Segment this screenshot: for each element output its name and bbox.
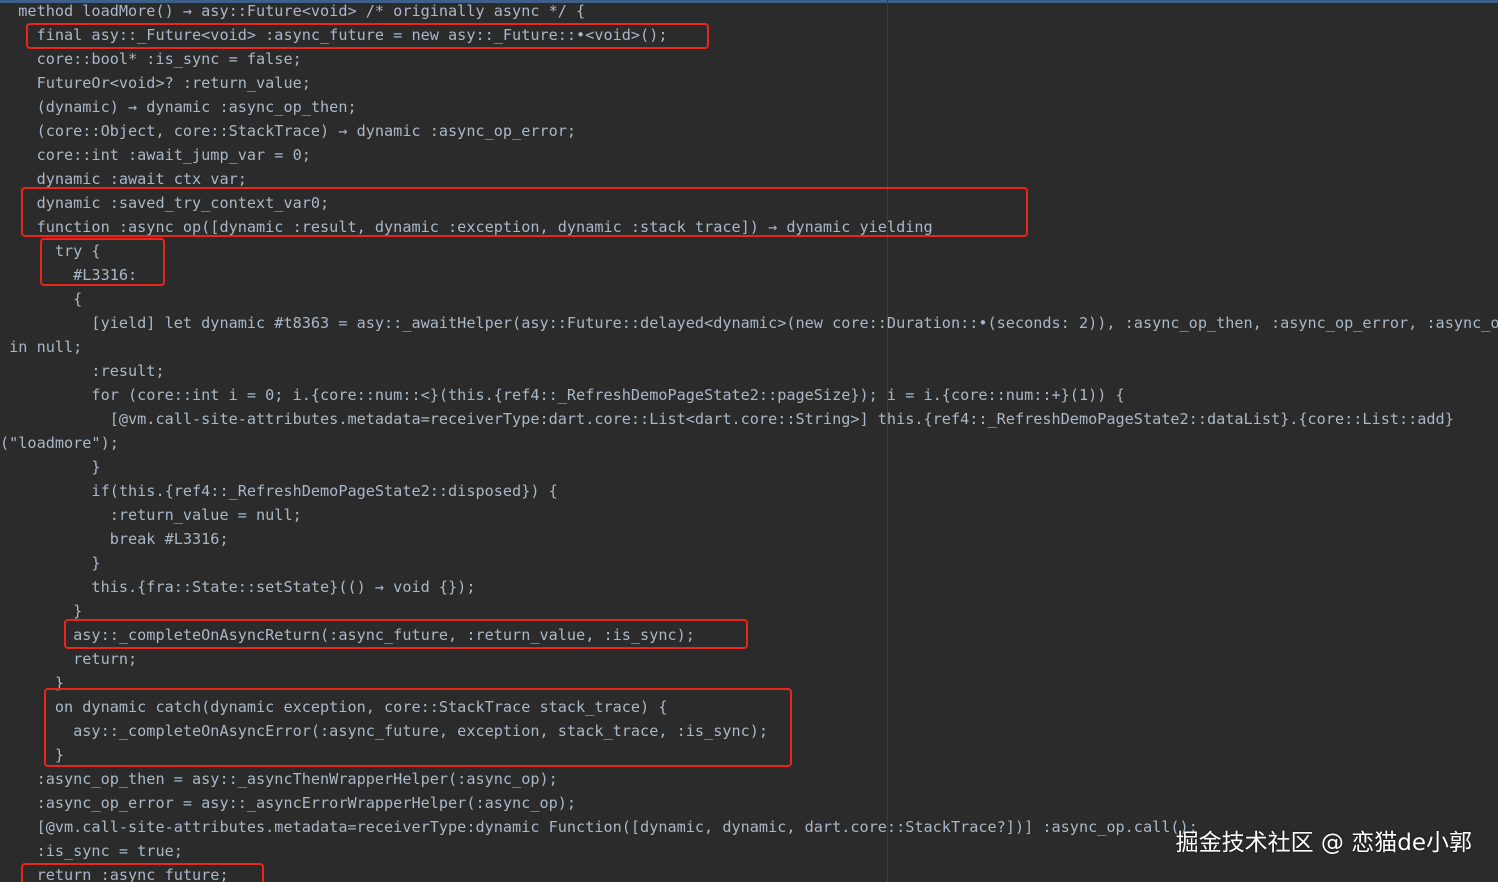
code-line[interactable]: } (0, 743, 64, 767)
right-margin-guide (887, 0, 888, 882)
code-line[interactable]: for (core::int i = 0; i.{core::num::<}(t… (0, 383, 1124, 407)
code-line[interactable]: { (0, 287, 82, 311)
code-line[interactable]: dynamic :saved_try_context_var0; (0, 191, 330, 215)
code-line[interactable]: :is_sync = true; (0, 839, 183, 863)
code-line[interactable]: break #L3316; (0, 527, 229, 551)
code-line[interactable]: in null; (0, 335, 82, 359)
code-line[interactable]: (dynamic) → dynamic :async_op_then; (0, 95, 357, 119)
code-line[interactable]: (core::Object, core::StackTrace) → dynam… (0, 119, 577, 143)
code-line[interactable]: final asy::_Future<void> :async_future =… (0, 23, 668, 47)
code-line[interactable]: try { (0, 239, 101, 263)
code-line[interactable]: asy::_completeOnAsyncReturn(:async_futur… (0, 623, 695, 647)
code-line[interactable]: this.{fra::State::setState}(() → void {}… (0, 575, 475, 599)
code-line[interactable]: method loadMore() → asy::Future<void> /*… (0, 0, 585, 23)
code-line[interactable]: :async_op_error = asy::_asyncErrorWrappe… (0, 791, 577, 815)
code-line[interactable]: asy::_completeOnAsyncError(:async_future… (0, 719, 768, 743)
code-line[interactable]: return; (0, 647, 137, 671)
code-line[interactable]: } (0, 551, 100, 575)
code-line[interactable]: core::bool* :is_sync = false; (0, 47, 302, 71)
code-line[interactable]: } (0, 599, 82, 623)
code-line[interactable]: FutureOr<void>? :return_value; (0, 71, 311, 95)
code-line[interactable]: [yield] let dynamic #t8363 = asy::_await… (0, 311, 1498, 335)
code-line[interactable]: core::int :await_jump_var = 0; (0, 143, 311, 167)
code-line[interactable]: :result; (0, 359, 164, 383)
code-line[interactable]: #L3316: (0, 263, 137, 287)
code-line[interactable]: on dynamic catch(dynamic exception, core… (0, 695, 668, 719)
code-line[interactable]: dynamic :await_ctx_var; (0, 167, 247, 191)
code-line[interactable]: function :async_op([dynamic :result, dyn… (0, 215, 933, 239)
code-line[interactable]: return :async_future; (0, 863, 229, 882)
code-editor[interactable]: method loadMore() → asy::Future<void> /*… (0, 0, 1498, 882)
code-line[interactable]: [@vm.call-site-attributes.metadata=recei… (0, 407, 1454, 431)
code-line[interactable]: :async_op_then = asy::_asyncThenWrapperH… (0, 767, 558, 791)
code-line[interactable]: if(this.{ref4::_RefreshDemoPageState2::d… (0, 479, 557, 503)
code-line[interactable]: [@vm.call-site-attributes.metadata=recei… (0, 815, 1198, 839)
watermark-text: 掘金技术社区 @ 恋猫de小郭 (1175, 830, 1472, 856)
code-line[interactable]: :return_value = null; (0, 503, 302, 527)
code-line[interactable]: } (0, 455, 100, 479)
code-line[interactable]: } (0, 671, 64, 695)
code-line[interactable]: ("loadmore"); (0, 431, 119, 455)
